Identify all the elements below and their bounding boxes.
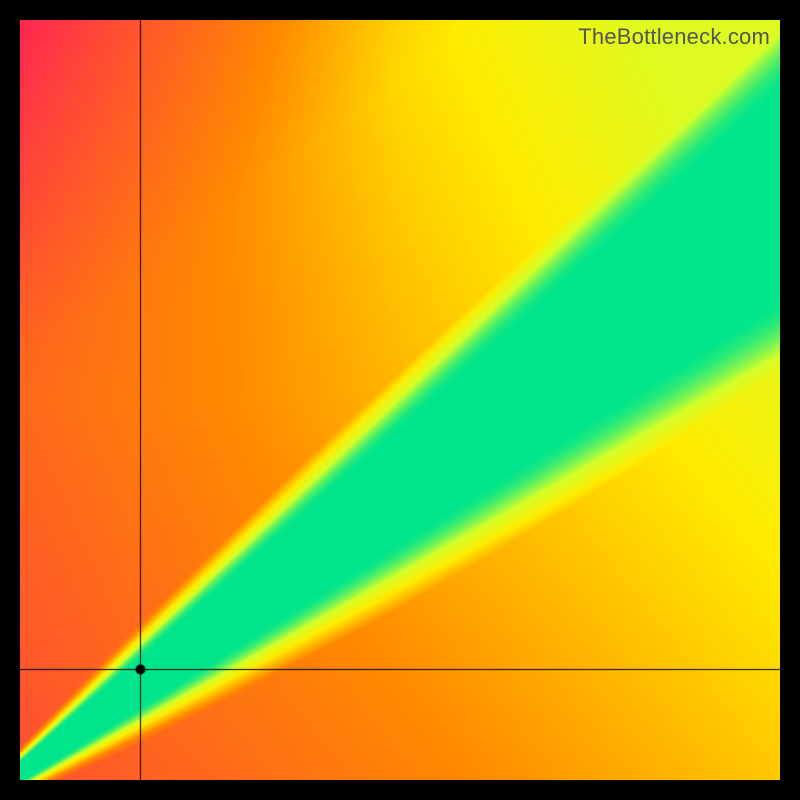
watermark-text: TheBottleneck.com [578, 24, 770, 50]
chart-frame: TheBottleneck.com [0, 0, 800, 800]
heatmap-canvas [20, 20, 780, 780]
heatmap-plot [20, 20, 780, 780]
